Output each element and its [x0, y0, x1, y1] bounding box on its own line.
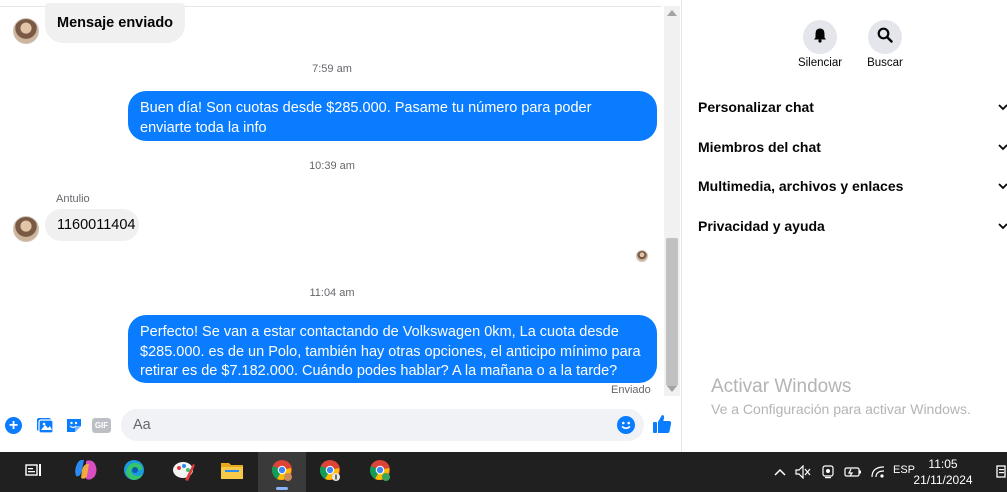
wifi-icon[interactable] — [868, 452, 888, 492]
search-button[interactable] — [868, 20, 902, 54]
chevron-down-icon — [998, 99, 1007, 115]
battery-icon[interactable] — [842, 452, 864, 492]
activation-watermark-title: Activar Windows — [711, 376, 852, 397]
search-icon — [877, 27, 893, 48]
bell-icon — [812, 27, 828, 48]
taskbar-edge[interactable] — [110, 452, 158, 492]
scroll-down-arrow[interactable] — [667, 386, 677, 392]
clock-date: 21/11/2024 — [913, 473, 973, 487]
section-privacy-help[interactable]: Privacidad y ayuda — [698, 211, 1007, 241]
webcam-icon[interactable] — [818, 452, 838, 492]
section-media-files-links[interactable]: Multimedia, archivos y enlaces — [698, 171, 1007, 201]
clock-time: 11:05 — [928, 457, 958, 471]
image-icon[interactable] — [35, 415, 55, 435]
plus-icon[interactable]: + — [5, 417, 22, 434]
emoji-icon[interactable] — [617, 416, 635, 434]
chevron-down-icon — [998, 178, 1007, 194]
section-label: Privacidad y ayuda — [698, 218, 825, 234]
windows-taskbar: ESP 11:05 21/11/2024 — [0, 452, 1007, 492]
taskbar-file-explorer[interactable] — [208, 452, 256, 492]
contact-avatar[interactable] — [13, 216, 39, 242]
mute-button[interactable] — [803, 20, 837, 54]
taskbar-chrome-profile-3[interactable] — [356, 452, 404, 492]
edge-icon — [122, 458, 146, 487]
messenger-window: Mensaje enviado 7:59 am Buen día! Son cu… — [0, 0, 1007, 452]
scroll-up-arrow[interactable] — [667, 10, 677, 16]
chrome-icon — [368, 458, 392, 487]
section-label: Multimedia, archivos y enlaces — [698, 178, 904, 194]
task-view-icon — [25, 462, 43, 483]
message-incoming[interactable]: 1160011404 — [45, 209, 139, 241]
message-input[interactable] — [133, 415, 603, 435]
chevron-down-icon — [998, 218, 1007, 234]
composer: + GIF — [0, 405, 682, 445]
chat-pane: Mensaje enviado 7:59 am Buen día! Son cu… — [0, 0, 682, 452]
search-label[interactable]: Buscar — [850, 57, 920, 69]
activation-watermark-subtitle: Ve a Configuración para activar Windows. — [711, 401, 971, 417]
task-view-button[interactable] — [10, 452, 58, 492]
taskbar-chrome-profile-2[interactable] — [306, 452, 354, 492]
chevron-down-icon — [998, 139, 1007, 155]
seen-avatar — [636, 250, 648, 262]
timestamp: 7:59 am — [312, 63, 352, 75]
chrome-icon — [318, 458, 342, 487]
section-label: Miembros del chat — [698, 139, 821, 155]
paint-icon — [171, 458, 197, 487]
chevron-up-icon — [774, 463, 786, 481]
sender-name: Antulio — [56, 193, 90, 205]
system-clock[interactable]: 11:05 21/11/2024 — [903, 456, 983, 488]
chrome-icon — [270, 458, 294, 487]
sticker-icon[interactable] — [64, 415, 84, 435]
gif-icon[interactable]: GIF — [92, 418, 111, 433]
message-input-box[interactable] — [121, 409, 644, 441]
folder-icon — [220, 459, 244, 486]
delivery-status: Enviado — [611, 384, 651, 396]
show-hidden-icons-button[interactable] — [770, 452, 790, 492]
taskbar-paint[interactable] — [160, 452, 208, 492]
copilot-icon — [73, 458, 99, 487]
timestamp: 10:39 am — [309, 160, 355, 172]
taskbar-copilot[interactable] — [62, 452, 110, 492]
scroll-thumb[interactable] — [666, 238, 678, 386]
section-customize-chat[interactable]: Personalizar chat — [698, 92, 1007, 122]
message-outgoing[interactable]: Perfecto! Se van a estar contactando de … — [128, 315, 657, 383]
volume-muted-icon[interactable] — [793, 452, 813, 492]
section-chat-members[interactable]: Miembros del chat — [698, 132, 1007, 162]
section-label: Personalizar chat — [698, 99, 814, 115]
notification-icon[interactable] — [995, 452, 1007, 492]
thumbs-up-icon[interactable] — [651, 413, 675, 437]
taskbar-chrome-profile-1[interactable] — [258, 452, 306, 492]
message-incoming[interactable]: Mensaje enviado — [45, 3, 186, 43]
timestamp: 11:04 am — [309, 287, 355, 299]
contact-avatar[interactable] — [13, 18, 39, 44]
message-outgoing[interactable]: Buen día! Son cuotas desde $285.000. Pas… — [128, 91, 657, 141]
scrollbar[interactable] — [664, 6, 680, 396]
mute-label[interactable]: Silenciar — [785, 57, 855, 69]
